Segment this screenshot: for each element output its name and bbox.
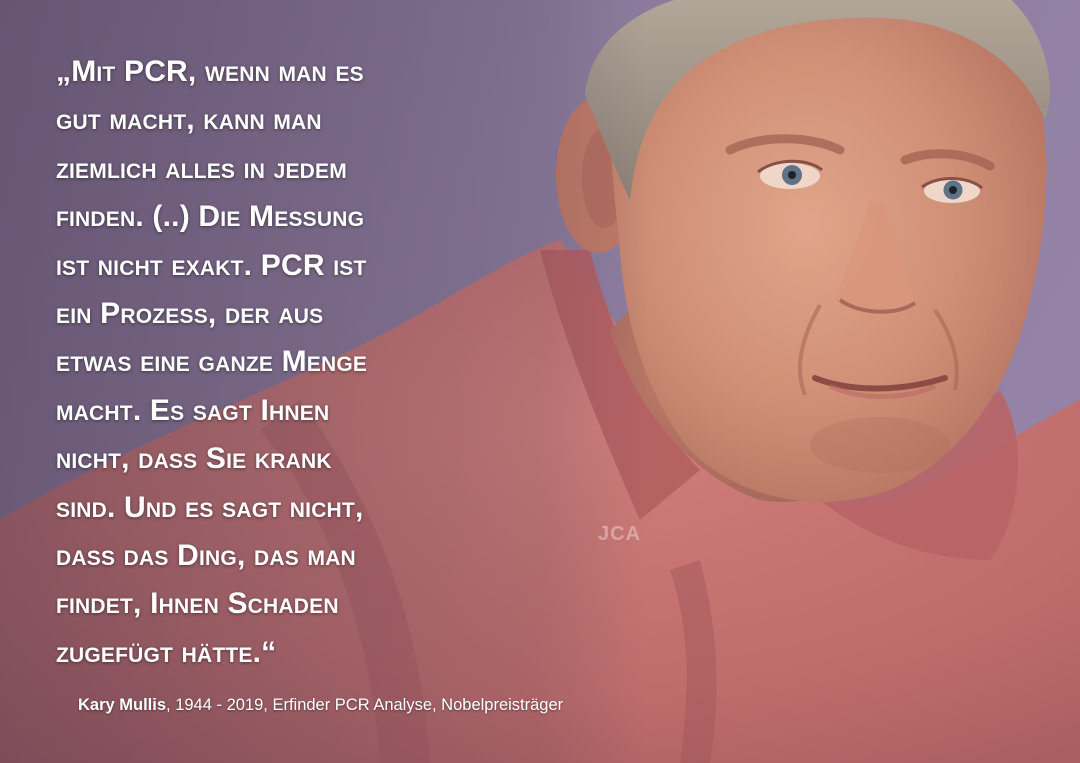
attribution: Kary Mullis, 1944 - 2019, Erfinder PCR A… (78, 696, 563, 715)
author-details: , 1944 - 2019, Erfinder PCR Analyse, Nob… (166, 696, 564, 714)
quote-line-13: zugefügt hätte.“ (56, 635, 277, 669)
quote-line-5: ist nicht exakt. PCR ist (56, 248, 367, 282)
quote-line-10: sind. Und es sagt nicht, (56, 490, 364, 524)
watermark: JCA (598, 523, 642, 545)
quote-line-4: finden. (..) Die Messung (56, 200, 365, 234)
quote-line-11: dass das Ding, das man (56, 539, 356, 573)
quote-text: „Mit PCR, wenn man es gut macht, kann ma… (56, 48, 526, 677)
author-name: Kary Mullis (78, 696, 167, 714)
quote-line-2: gut macht, kann man (56, 103, 322, 137)
quote-line-6: ein Prozess, der aus (56, 297, 324, 331)
quote-line-8: macht. Es sagt Ihnen (56, 393, 330, 427)
quote-line-9: nicht, dass Sie krank (56, 442, 332, 476)
quote-line-1: „Mit PCR, wenn man es (56, 55, 364, 88)
quote-line-7: etwas eine ganze Menge (56, 345, 368, 379)
quote-line-3: ziemlich alles in jedem (56, 151, 347, 185)
quote-line-12: findet, Ihnen Schaden (56, 587, 339, 621)
